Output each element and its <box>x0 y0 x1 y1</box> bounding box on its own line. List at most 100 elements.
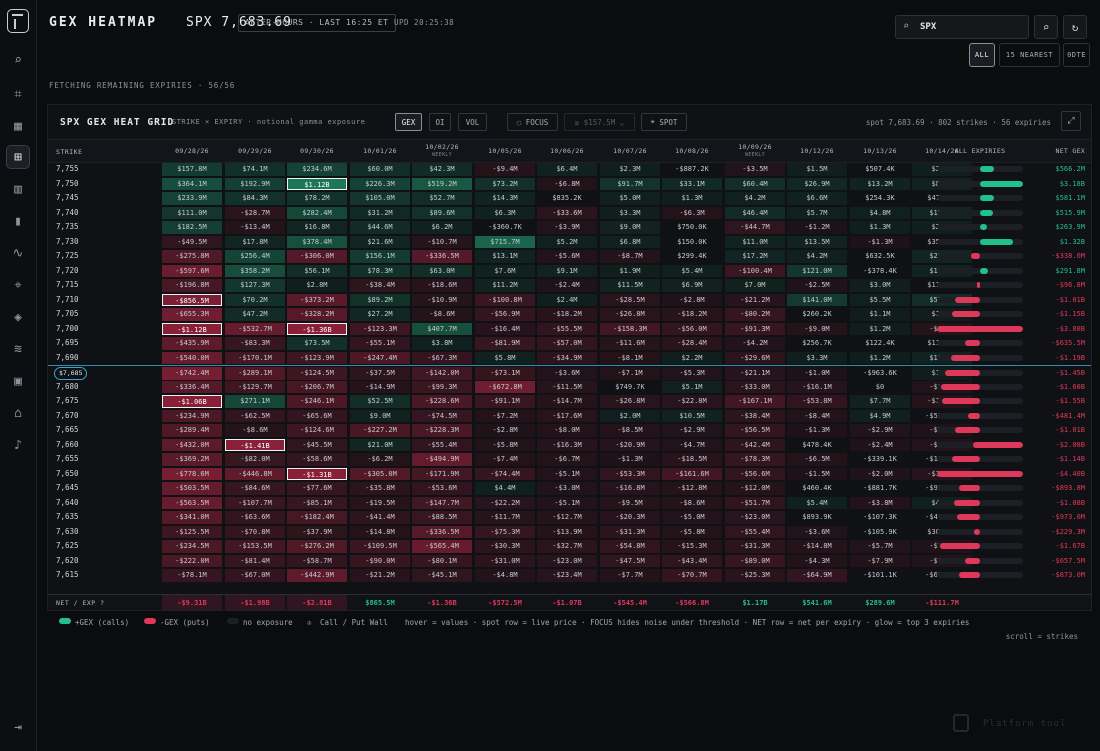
gex-cell[interactable]: $254.3K <box>850 192 910 205</box>
gex-cell[interactable]: -$7.7M <box>600 569 660 582</box>
gex-cell[interactable]: -$43.4M <box>662 554 722 567</box>
gex-cell[interactable]: -$55.1M <box>350 337 410 350</box>
strike-row[interactable]: 7,725 -$275.8M $256.4M -$306.0M $156.1M -$336… <box>48 249 1091 264</box>
gex-cell[interactable]: -$1.3M <box>600 453 660 466</box>
gex-cell[interactable]: -$81.4M <box>225 554 285 567</box>
heat-grid[interactable]: STRIKE 09/28/26 09/29/26 09/30/26 10/01/26 1… <box>48 139 1091 610</box>
dashboard-icon[interactable]: ▦ <box>6 114 30 138</box>
gex-cell[interactable]: -$3.6M <box>787 525 847 538</box>
gex-cell[interactable]: -$49.5M <box>162 235 222 248</box>
gex-cell[interactable]: -$563.5M <box>162 496 222 509</box>
gex-cell[interactable]: $6.9M <box>662 279 722 292</box>
gex-cell[interactable]: -$887.2K <box>662 163 722 176</box>
gex-cell[interactable]: $156.1M <box>350 250 410 263</box>
gex-cell[interactable]: -$9.5M <box>600 496 660 509</box>
gex-cell[interactable]: $5.5M <box>850 293 910 306</box>
gex-cell[interactable]: -$8.6M <box>225 424 285 437</box>
gex-cell[interactable]: -$1.12B <box>162 322 222 335</box>
gex-cell[interactable]: -$57.0M <box>537 337 597 350</box>
gex-cell[interactable]: -$8.6M <box>662 496 722 509</box>
gex-cell[interactable]: -$18.2M <box>662 308 722 321</box>
gex-cell[interactable]: -$88.5M <box>412 511 472 524</box>
gex-cell[interactable]: $3.3M <box>600 206 660 219</box>
gex-cell[interactable]: -$246.1M <box>287 395 347 408</box>
gex-cell[interactable]: -$275.8M <box>162 250 222 263</box>
gex-cell[interactable]: $16.8M <box>287 221 347 234</box>
gex-cell[interactable]: $2.8M <box>287 279 347 292</box>
gex-cell[interactable]: -$37.9M <box>287 525 347 538</box>
gex-cell[interactable]: -$80.1M <box>412 554 472 567</box>
gex-cell[interactable]: $358.2M <box>225 264 285 277</box>
gex-cell[interactable]: $127.3M <box>225 279 285 292</box>
gex-cell[interactable]: $13.2M <box>850 177 910 190</box>
heatmap-grid-icon[interactable]: ⊞ <box>6 145 30 169</box>
gex-cell[interactable]: -$53.3M <box>600 467 660 480</box>
gex-cell[interactable]: -$4.2M <box>725 337 785 350</box>
gex-cell[interactable]: -$14.8M <box>350 525 410 538</box>
strike-row[interactable]: 7,660 -$432.0M -$1.41B -$45.5M $21.0M -$55.4M… <box>48 438 1091 453</box>
gex-cell[interactable]: -$124.5M <box>287 367 347 380</box>
gex-cell[interactable]: -$28.7M <box>225 206 285 219</box>
gex-cell[interactable]: -$503.5M <box>162 482 222 495</box>
gex-cell[interactable]: $1.2M <box>850 322 910 335</box>
gex-cell[interactable]: -$77.6M <box>287 482 347 495</box>
gex-cell[interactable]: $182.5M <box>162 221 222 234</box>
gex-cell[interactable]: -$3.0M <box>537 482 597 495</box>
gex-cell[interactable]: -$91.3M <box>725 322 785 335</box>
app-logo-icon[interactable] <box>7 9 29 33</box>
gex-cell[interactable]: -$73.1M <box>475 367 535 380</box>
gex-cell[interactable]: $4.8M <box>850 206 910 219</box>
logout-icon[interactable]: ⇥ <box>6 715 30 739</box>
gex-cell[interactable]: -$672.8M <box>475 380 535 393</box>
strike-row[interactable]: 7,620 -$222.0M -$81.4M -$58.7M -$90.0M -$80.1… <box>48 554 1091 569</box>
gex-cell[interactable]: -$532.7M <box>225 322 285 335</box>
gex-cell[interactable]: $1.5M <box>787 163 847 176</box>
gex-cell[interactable]: -$1.3M <box>787 424 847 437</box>
gex-cell[interactable]: -$2.4M <box>850 438 910 451</box>
gex-cell[interactable]: -$22.8M <box>662 395 722 408</box>
gex-cell[interactable]: $14.3M <box>475 192 535 205</box>
strike-row[interactable]: 7,715 -$196.8M $127.3M $2.8M -$38.4M -$18.6M $… <box>48 278 1091 293</box>
gex-cell[interactable]: $89.6M <box>412 206 472 219</box>
gex-cell[interactable]: -$33.0M <box>725 380 785 393</box>
gex-cell[interactable]: -$435.9M <box>162 337 222 350</box>
gex-cell[interactable]: $5.2M <box>537 235 597 248</box>
gex-cell[interactable]: -$11.7M <box>475 511 535 524</box>
gex-cell[interactable]: -$63.6M <box>225 511 285 524</box>
gex-cell[interactable]: $749.7K <box>600 381 660 394</box>
gex-cell[interactable]: $6.2M <box>412 221 472 234</box>
gex-cell[interactable]: $78.2M <box>287 192 347 205</box>
gex-cell[interactable]: -$65.6M <box>287 409 347 422</box>
gex-cell[interactable]: -$5.0M <box>662 511 722 524</box>
gex-cell[interactable]: -$28.5M <box>600 293 660 306</box>
gex-cell[interactable]: $2.0M <box>600 409 660 422</box>
strike-row[interactable]: 7,635 -$341.0M -$63.6M -$182.4M -$41.4M -$88.… <box>48 510 1091 525</box>
gex-cell[interactable]: -$17.6M <box>537 409 597 422</box>
gex-cell[interactable]: -$306.0M <box>287 250 347 263</box>
gex-cell[interactable]: $17.8M <box>225 235 285 248</box>
gex-cell[interactable]: -$55.5M <box>537 322 597 335</box>
gex-cell[interactable]: $105.0M <box>350 192 410 205</box>
gex-cell[interactable]: $750.0K <box>662 221 722 234</box>
gex-cell[interactable]: $6.8M <box>600 235 660 248</box>
gex-cell[interactable]: -$6.5M <box>787 453 847 466</box>
gex-cell[interactable]: -$8.6M <box>412 308 472 321</box>
gex-cell[interactable]: $2.2M <box>662 351 722 364</box>
gex-cell[interactable]: $46.4M <box>725 206 785 219</box>
strike-row[interactable]: 7,750 $364.1M $192.9M $1.12B $226.3M $519.2M $… <box>48 177 1091 192</box>
gex-cell[interactable]: -$161.6M <box>662 467 722 480</box>
focus-button[interactable]: ◌ FOCUS <box>507 113 558 131</box>
gex-cell[interactable]: $84.3M <box>225 192 285 205</box>
gex-cell[interactable]: $31.2M <box>350 206 410 219</box>
expiry-header[interactable]: 10/05/26 <box>475 140 535 162</box>
gex-cell[interactable]: $507.4K <box>850 163 910 176</box>
gex-cell[interactable]: $52.5M <box>350 395 410 408</box>
gex-cell[interactable]: $13.1M <box>475 250 535 263</box>
gex-cell[interactable]: $9.0M <box>350 409 410 422</box>
gex-cell[interactable]: -$1.0M <box>787 367 847 380</box>
gex-cell[interactable]: -$53.8M <box>787 395 847 408</box>
gex-cell[interactable]: -$10.7M <box>412 235 472 248</box>
gex-cell[interactable]: $3.8M <box>412 337 472 350</box>
gex-cell[interactable]: $21.6M <box>350 235 410 248</box>
gex-cell[interactable]: $5.1M <box>662 380 722 393</box>
